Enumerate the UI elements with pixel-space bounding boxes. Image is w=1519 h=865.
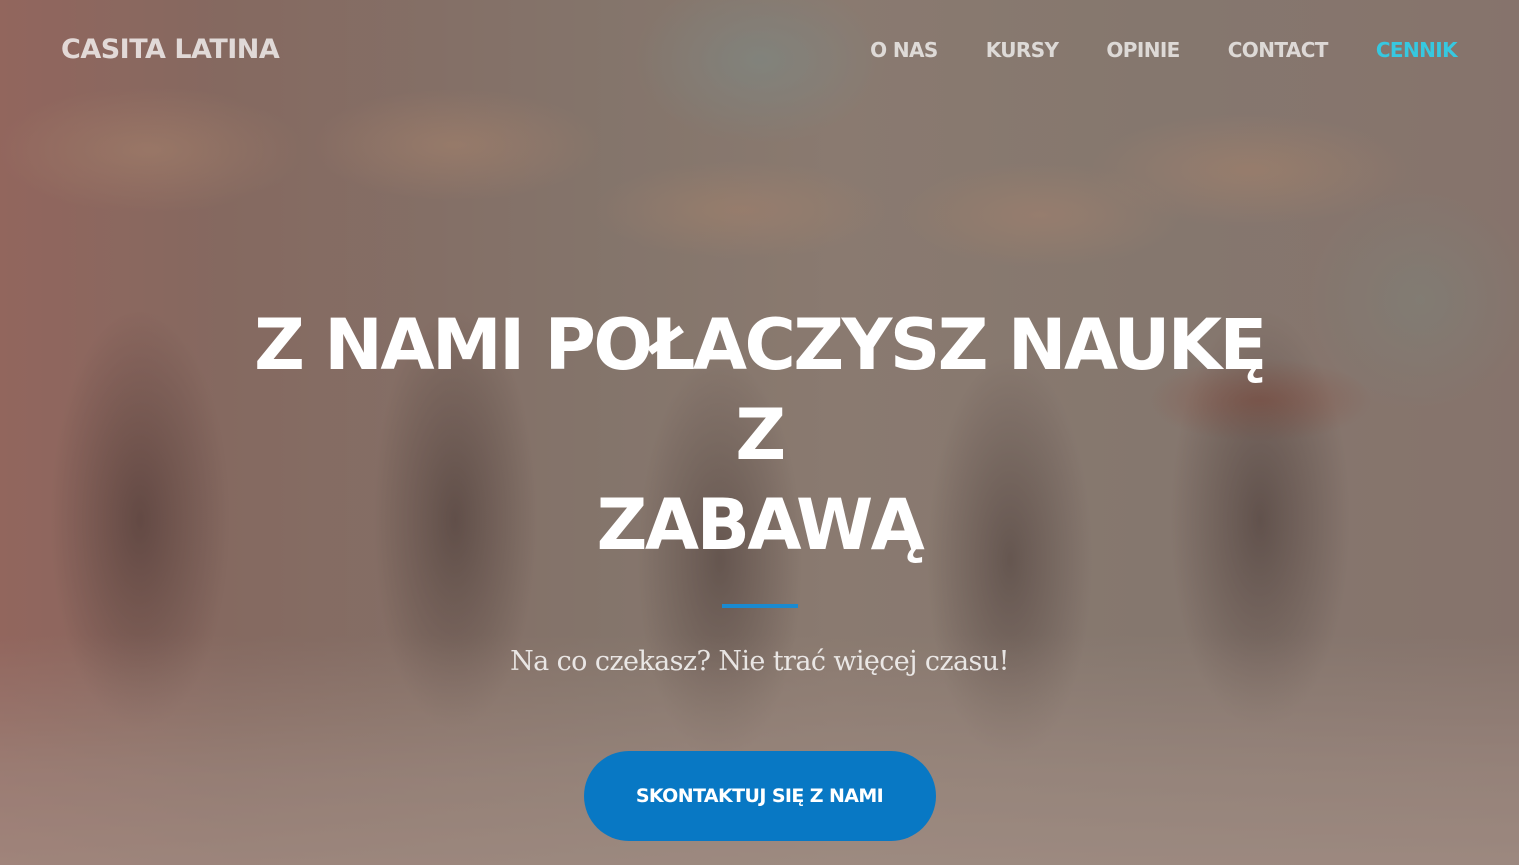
page-subheadline: Na co czekasz? Nie trać więcej czasu! [510,646,1009,677]
brand-logo-link[interactable]: CASITA LATINA [61,34,280,65]
hero-section: CASITA LATINA O NAS KURSY OPINIE CONTACT… [0,0,1519,865]
nav-item-kursy: KURSY [986,38,1059,62]
nav-link-kursy[interactable]: KURSY [986,38,1059,62]
contact-us-button[interactable]: SKONTAKTUJ SIĘ Z NAMI [583,751,936,841]
headline-divider [721,604,798,608]
nav-link-cennik[interactable]: CENNIK [1376,38,1458,62]
nav-item-opinie: OPINIE [1106,38,1180,62]
nav-item-contact: CONTACT [1228,38,1329,62]
nav-link-o-nas[interactable]: O NAS [870,38,938,62]
nav-item-cennik: CENNIK [1376,38,1458,62]
headline-line-2: ZABAWĄ [596,484,925,566]
nav-links: O NAS KURSY OPINIE CONTACT CENNIK [870,38,1457,62]
page-headline: Z NAMI POŁACZYSZ NAUKĘ Z ZABAWĄ [230,300,1290,570]
nav-item-o-nas: O NAS [870,38,938,62]
nav-link-contact[interactable]: CONTACT [1228,38,1329,62]
nav-link-opinie[interactable]: OPINIE [1106,38,1180,62]
navbar: CASITA LATINA O NAS KURSY OPINIE CONTACT… [0,0,1519,104]
masthead: Z NAMI POŁACZYSZ NAUKĘ Z ZABAWĄ Na co cz… [0,300,1519,841]
headline-line-1: Z NAMI POŁACZYSZ NAUKĘ Z [254,304,1267,476]
